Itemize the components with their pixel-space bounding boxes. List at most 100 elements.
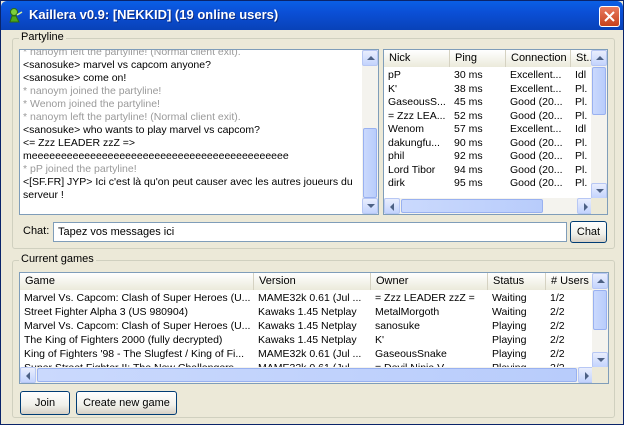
user-status: Pl. <box>575 136 588 149</box>
games-list-horizontal-scrollbar[interactable] <box>20 367 594 383</box>
user-connection: Good (20... <box>510 163 563 176</box>
chat-message: <= Zzz LEADER zzZ => <box>23 137 136 149</box>
user-connection: Excellent... <box>510 82 562 95</box>
scroll-down-button[interactable] <box>592 352 608 368</box>
games-list-vertical-scrollbar[interactable] <box>592 273 608 368</box>
game-title: King of Fighters '98 - The Slugfest / Ki… <box>24 348 245 360</box>
scroll-down-button[interactable] <box>362 198 378 214</box>
user-nick: dirk <box>388 177 405 189</box>
user-row[interactable]: pP 30 ms Excellent... Idl <box>384 69 593 82</box>
user-status: Idl <box>575 123 587 135</box>
arrow-down-icon <box>596 189 604 193</box>
user-connection: Good (20... <box>510 150 563 162</box>
chat-message: <[SF.FR] JYP> Ici c'est là qu'on peut ca… <box>23 176 353 201</box>
column-version[interactable]: Version <box>254 273 371 290</box>
chat-input[interactable] <box>53 222 567 242</box>
system-message: * nanoym left the partyline! (Normal cli… <box>23 49 241 58</box>
game-users: 2/2 <box>550 320 565 332</box>
user-nick: phil <box>388 150 405 162</box>
user-nick: Lord Tibor <box>388 163 436 176</box>
scroll-up-button[interactable] <box>591 50 607 66</box>
user-connection: Good (20... <box>510 136 563 149</box>
user-row[interactable]: Lord Tibor 94 ms Good (20... Pl. <box>384 164 593 177</box>
current-games-group: Current games Game Version Owner Status … <box>12 253 615 418</box>
scroll-thumb[interactable] <box>593 290 607 330</box>
game-owner: sanosuke <box>375 320 420 332</box>
user-connection: Excellent... <box>510 69 562 81</box>
user-list[interactable]: Nick Ping Connection St... pP 30 ms Excell… <box>383 49 608 215</box>
arrow-right-icon <box>584 203 588 211</box>
create-new-game-button[interactable]: Create new game <box>76 391 177 415</box>
user-status: Pl. <box>575 82 588 95</box>
scroll-thumb[interactable] <box>592 67 606 115</box>
chat-log-vertical-scrollbar[interactable] <box>362 50 378 214</box>
user-ping: 94 ms <box>454 163 483 176</box>
game-users: 1/2 <box>550 292 565 304</box>
game-version: Kawaks 1.45 Netplay <box>258 320 357 332</box>
game-row[interactable]: King of Fighters '98 - The Slugfest / Ki… <box>20 348 594 361</box>
user-connection: Good (20... <box>510 109 563 122</box>
chat-message: <sanosuke> marvel vs capcom anyone? <box>23 59 211 71</box>
chat-message: meeeeeeeeeeeeeeeeeeeeeeeeeeeeeeeeeeeeeee… <box>23 150 289 162</box>
scroll-thumb[interactable] <box>363 128 377 198</box>
column-users[interactable]: # Users <box>546 273 594 290</box>
user-nick: GaseousS... <box>388 96 446 108</box>
game-users: 2/2 <box>550 334 565 346</box>
scroll-left-button[interactable] <box>384 198 400 214</box>
column-connection[interactable]: Connection <box>506 50 571 67</box>
user-connection: Good (20... <box>510 96 563 108</box>
user-nick: dakungfu... <box>388 136 440 149</box>
user-status: Pl. <box>575 96 588 108</box>
user-status: Pl. <box>575 109 588 122</box>
join-button[interactable]: Join <box>20 391 70 415</box>
scroll-up-button[interactable] <box>362 50 378 66</box>
scroll-left-button[interactable] <box>20 367 36 383</box>
game-status: Playing <box>492 348 527 360</box>
game-row[interactable]: Street Fighter Alpha 3 (US 980904) Kawaks… <box>20 306 594 319</box>
user-list-horizontal-scrollbar[interactable] <box>384 198 593 214</box>
column-ping[interactable]: Ping <box>450 50 506 67</box>
game-status: Playing <box>492 320 527 332</box>
partyline-chat-log[interactable]: * nanoym left the partyline! (Normal cli… <box>19 49 379 215</box>
user-row[interactable]: = Zzz LEA... 52 ms Good (20... Pl. <box>384 110 593 123</box>
user-list-header: Nick Ping Connection St... <box>384 50 593 67</box>
user-nick: K' <box>388 82 398 95</box>
arrow-down-icon <box>367 204 375 208</box>
column-game[interactable]: Game <box>20 273 254 290</box>
partyline-group: Partyline * nanoym left the partyline! (… <box>12 31 615 249</box>
scroll-thumb[interactable] <box>37 368 577 382</box>
close-button[interactable] <box>599 6 620 27</box>
scrollbar-corner <box>591 198 607 214</box>
user-row[interactable]: GaseousS... 45 ms Good (20... Pl. <box>384 96 593 109</box>
user-ping: 45 ms <box>454 96 483 108</box>
game-version: MAME32k 0.61 (Jul ... <box>258 292 362 304</box>
user-row[interactable]: K' 38 ms Excellent... Pl. <box>384 83 593 96</box>
user-connection: Good (20... <box>510 177 563 189</box>
column-owner[interactable]: Owner <box>371 273 488 290</box>
user-row[interactable]: dirk 95 ms Good (20... Pl. <box>384 177 593 190</box>
game-version: Kawaks 1.45 Netplay <box>258 334 357 346</box>
scroll-down-button[interactable] <box>591 183 607 199</box>
user-row[interactable]: phil 92 ms Good (20... Pl. <box>384 150 593 163</box>
scroll-thumb[interactable] <box>401 199 543 213</box>
game-row[interactable]: Marvel Vs. Capcom: Clash of Super Heroes… <box>20 320 594 333</box>
system-message: * Wenom joined the partyline! <box>23 98 160 110</box>
user-row[interactable]: Wenom 57 ms Excellent... Idl <box>384 123 593 136</box>
chat-send-button[interactable]: Chat <box>570 221 607 243</box>
arrow-up-icon <box>596 56 604 60</box>
game-row[interactable]: The King of Fighters 2000 (fully decrypt… <box>20 334 594 347</box>
games-list[interactable]: Game Version Owner Status # Users Marvel… <box>19 272 609 384</box>
arrow-down-icon <box>597 358 605 362</box>
column-status[interactable]: Status <box>488 273 546 290</box>
user-ping: 95 ms <box>454 177 483 189</box>
game-version: Kawaks 1.45 Netplay <box>258 306 357 318</box>
game-row[interactable]: Marvel Vs. Capcom: Clash of Super Heroes… <box>20 292 594 305</box>
column-nick[interactable]: Nick <box>384 50 450 67</box>
title-bar[interactable]: Kaillera v0.9: [NEKKID] (19 online users… <box>1 1 623 30</box>
user-list-vertical-scrollbar[interactable] <box>591 50 607 199</box>
scroll-up-button[interactable] <box>592 273 608 289</box>
user-row[interactable]: dakungfu... 90 ms Good (20... Pl. <box>384 137 593 150</box>
game-users: 2/2 <box>550 306 565 318</box>
games-list-header: Game Version Owner Status # Users <box>20 273 594 290</box>
column-status[interactable]: St... <box>571 50 593 67</box>
